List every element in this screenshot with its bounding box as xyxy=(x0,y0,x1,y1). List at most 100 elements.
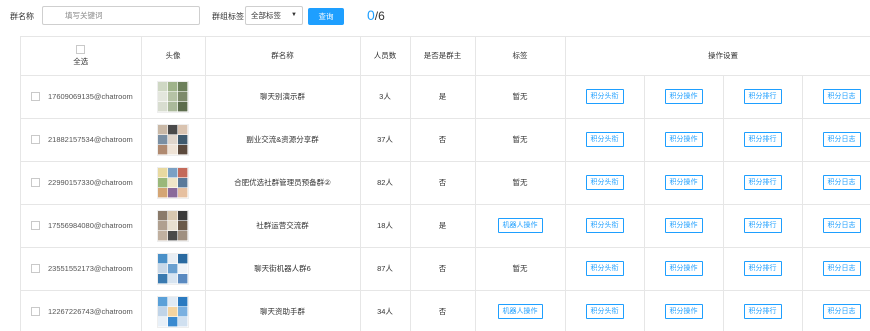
row-checkbox[interactable] xyxy=(31,92,40,102)
avatar-tile xyxy=(168,91,178,101)
points-ranking-button[interactable]: 积分排行 xyxy=(743,175,782,190)
avatar-tile xyxy=(158,177,168,187)
action-cell: 积分头衔 xyxy=(565,161,645,205)
group-id-cell: 12267226743@chatroom xyxy=(21,290,142,331)
action-cell: 积分操作 xyxy=(644,290,724,331)
points-title-button[interactable]: 积分头衔 xyxy=(585,304,624,319)
avatar-tile xyxy=(168,316,178,326)
points-operation-button[interactable]: 积分操作 xyxy=(664,304,703,319)
is-owner: 是 xyxy=(438,92,447,101)
is-owner: 否 xyxy=(438,264,447,273)
action-cell: 积分头衔 xyxy=(565,118,645,162)
avatar-tile xyxy=(178,253,188,263)
points-title-button[interactable]: 积分头衔 xyxy=(585,89,624,104)
group-avatar xyxy=(157,123,189,156)
points-ranking-button[interactable]: 积分排行 xyxy=(743,261,782,276)
avatar-tile xyxy=(158,124,168,134)
tag-select-value: 全部标签 xyxy=(251,11,281,20)
group-avatar xyxy=(157,209,189,242)
group-avatar xyxy=(157,252,189,285)
points-operation-button[interactable]: 积分操作 xyxy=(664,218,703,233)
points-operation-button[interactable]: 积分操作 xyxy=(664,175,703,190)
points-ranking-button[interactable]: 积分排行 xyxy=(743,89,782,104)
points-log-button[interactable]: 积分日志 xyxy=(822,218,861,233)
avatar-tile xyxy=(178,177,188,187)
selected-count: 0 xyxy=(367,7,375,23)
points-ranking-button[interactable]: 积分排行 xyxy=(743,218,782,233)
avatar-tile xyxy=(178,144,188,154)
avatar-tile xyxy=(178,273,188,283)
action-cell: 积分日志 xyxy=(802,75,870,119)
is-owner-cell: 否 xyxy=(410,247,476,291)
row-checkbox[interactable] xyxy=(31,178,40,188)
avatar-tile xyxy=(168,230,178,240)
group-tag-label: 群组标签 xyxy=(212,12,244,21)
points-ranking-button[interactable]: 积分排行 xyxy=(743,304,782,319)
group-name-label: 群名称 xyxy=(10,12,34,21)
avatar-tile xyxy=(158,230,168,240)
member-count-cell: 87人 xyxy=(360,247,411,291)
action-cell: 积分排行 xyxy=(723,247,803,291)
group-name-cell: 聊天街机器人群6 xyxy=(205,247,361,291)
avatar-tile xyxy=(178,220,188,230)
caret-down-icon: ▼ xyxy=(291,12,297,18)
action-cell: 积分操作 xyxy=(644,161,724,205)
is-owner: 是 xyxy=(438,221,447,230)
group-id-cell: 22990157330@chatroom xyxy=(21,161,142,205)
points-title-button[interactable]: 积分头衔 xyxy=(585,132,624,147)
row-checkbox[interactable] xyxy=(31,221,40,231)
avatar-tile xyxy=(168,167,178,177)
avatar-tile xyxy=(178,210,188,220)
points-log-button[interactable]: 积分日志 xyxy=(822,89,861,104)
member-count: 34人 xyxy=(377,307,393,316)
avatar-tile xyxy=(178,101,188,111)
query-button[interactable]: 查询 xyxy=(308,8,344,25)
member-count: 87人 xyxy=(377,264,393,273)
points-operation-button[interactable]: 积分操作 xyxy=(664,132,703,147)
avatar-tile xyxy=(168,81,178,91)
is-owner-cell: 是 xyxy=(410,75,476,119)
robot-operation-button[interactable]: 机器人操作 xyxy=(497,304,543,319)
points-log-button[interactable]: 积分日志 xyxy=(822,304,861,319)
avatar-tile xyxy=(168,253,178,263)
points-log-button[interactable]: 积分日志 xyxy=(822,261,861,276)
table-row: 12267226743@chatroom 聊天资助手群 34人 否 机器人操作 积分头衔 积… xyxy=(21,290,870,331)
avatar-tile xyxy=(158,273,168,283)
avatar-cell xyxy=(141,290,206,331)
points-title-button[interactable]: 积分头衔 xyxy=(585,261,624,276)
avatar-tile xyxy=(178,124,188,134)
row-checkbox[interactable] xyxy=(31,307,40,317)
select-all-checkbox[interactable] xyxy=(76,44,86,54)
member-count: 82人 xyxy=(377,178,393,187)
tag-cell: 暂无 xyxy=(475,247,566,291)
avatar-cell xyxy=(141,247,206,291)
avatar-tile xyxy=(168,177,178,187)
points-ranking-button[interactable]: 积分排行 xyxy=(743,132,782,147)
row-checkbox[interactable] xyxy=(31,264,40,274)
group-id: 22990157330@chatroom xyxy=(48,177,133,187)
group-name: 社群运营交流群 xyxy=(256,221,309,230)
action-cell: 积分头衔 xyxy=(565,204,645,248)
select-all-label: 全选 xyxy=(73,56,89,66)
points-log-button[interactable]: 积分日志 xyxy=(822,175,861,190)
robot-operation-button[interactable]: 机器人操作 xyxy=(497,218,543,233)
tag-cell: 暂无 xyxy=(475,118,566,162)
points-operation-button[interactable]: 积分操作 xyxy=(664,261,703,276)
tag-text: 暂无 xyxy=(512,264,528,273)
tag-select[interactable]: 全部标签 ▼ xyxy=(245,6,303,25)
group-name: 合肥优选社群管理员预备群② xyxy=(234,178,331,187)
avatar-tile xyxy=(158,101,168,111)
points-title-button[interactable]: 积分头衔 xyxy=(585,175,624,190)
points-log-button[interactable]: 积分日志 xyxy=(822,132,861,147)
avatar-tile xyxy=(158,220,168,230)
avatar-tile xyxy=(158,134,168,144)
keyword-search-input[interactable] xyxy=(42,6,200,25)
row-checkbox[interactable] xyxy=(31,135,40,145)
filter-toolbar: 群名称 群组标签 全部标签 ▼ 查询 0/6 xyxy=(0,0,870,34)
is-owner: 否 xyxy=(438,135,447,144)
points-title-button[interactable]: 积分头衔 xyxy=(585,218,624,233)
points-operation-button[interactable]: 积分操作 xyxy=(664,89,703,104)
tag-cell: 暂无 xyxy=(475,161,566,205)
avatar-tile xyxy=(178,230,188,240)
avatar-tile xyxy=(158,253,168,263)
